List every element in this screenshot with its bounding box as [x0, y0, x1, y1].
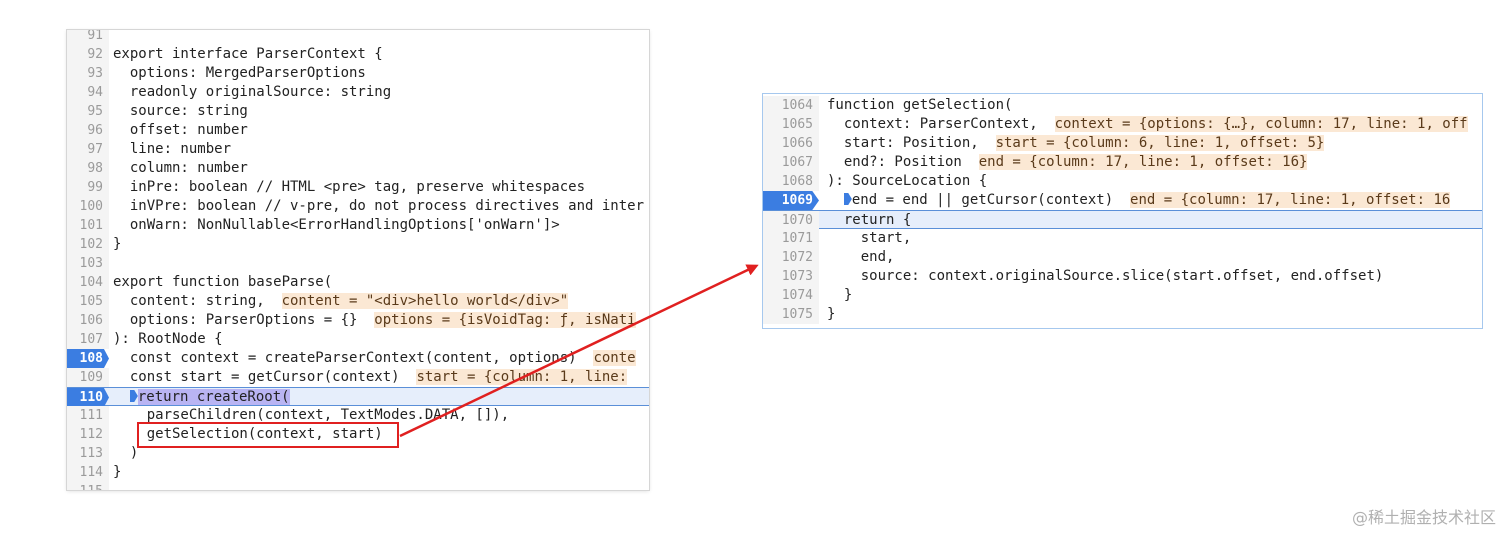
watermark: @稀土掘金技术社区	[1351, 508, 1496, 527]
annotation-arrow	[399, 264, 759, 438]
arrow-line	[399, 264, 759, 438]
